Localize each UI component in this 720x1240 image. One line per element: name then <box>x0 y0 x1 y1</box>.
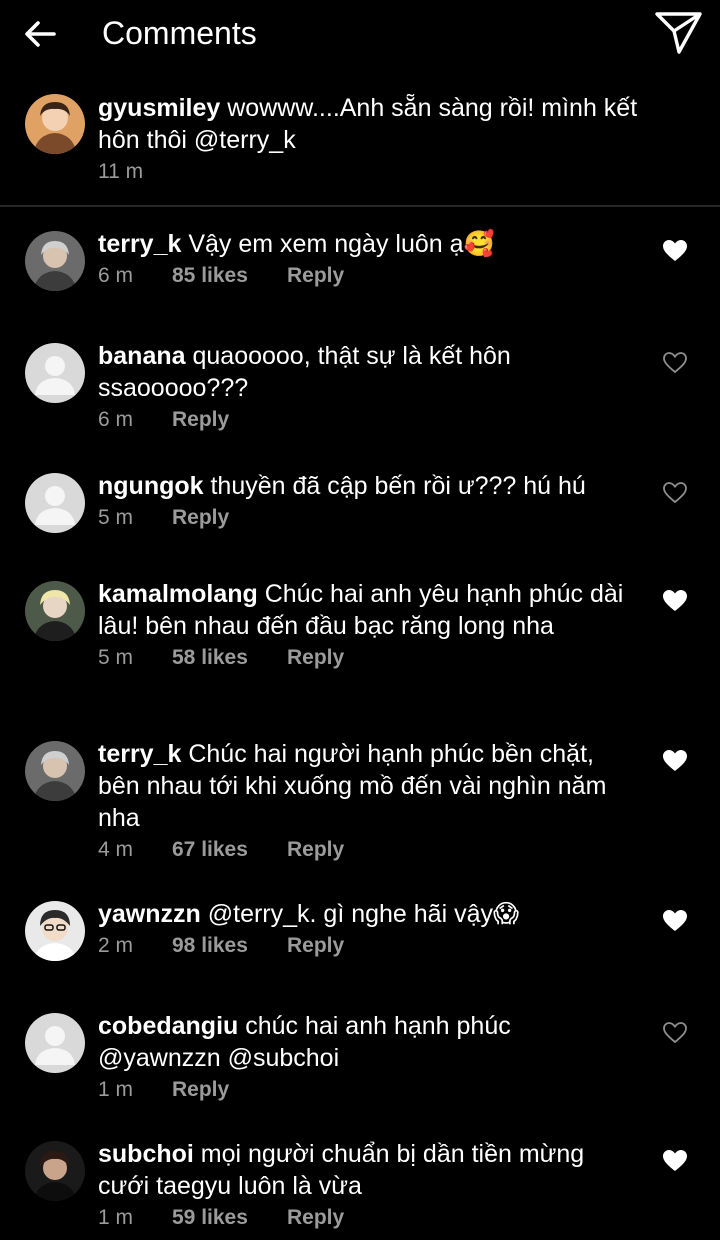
reply-button[interactable]: Reply <box>172 406 229 434</box>
comment-meta: 1 m 59 likes Reply <box>98 1204 638 1234</box>
likes-count[interactable]: 58 likes <box>172 644 248 672</box>
username[interactable]: kamalmolang <box>98 580 258 608</box>
heart-filled-icon[interactable] <box>662 909 688 933</box>
comment-text: subchoi mọi người chuẩn bị dần tiền mừng… <box>98 1138 638 1202</box>
heart-outline-icon[interactable] <box>662 481 688 505</box>
timestamp: 6 m <box>98 408 134 431</box>
reply-button[interactable]: Reply <box>287 262 344 290</box>
username[interactable]: banana <box>98 342 186 370</box>
comment-meta: 2 m 98 likes Reply <box>98 932 638 962</box>
reply-button[interactable]: Reply <box>287 644 344 672</box>
comment-text: yawnzzn @terry_k. gì nghe hãi vậy😱 <box>98 898 638 930</box>
heart-filled-icon[interactable] <box>662 749 688 773</box>
avatar[interactable] <box>25 473 85 533</box>
comment-meta: 5 m Reply <box>98 504 638 534</box>
avatar[interactable] <box>25 231 85 291</box>
heart-filled-icon[interactable] <box>662 1149 688 1173</box>
likes-count[interactable]: 59 likes <box>172 1204 248 1232</box>
timestamp: 1 m <box>98 1206 134 1229</box>
username[interactable]: cobedangiu <box>98 1012 238 1040</box>
username[interactable]: terry_k <box>98 740 181 768</box>
comment-text: cobedangiu chúc hai anh hạnh phúc @yawnz… <box>98 1010 578 1074</box>
comment-meta: 1 m Reply <box>98 1076 578 1106</box>
reply-button[interactable]: Reply <box>287 932 344 960</box>
comment-meta: 6 m 85 likes Reply <box>98 262 638 292</box>
top-bar: Comments <box>0 0 720 70</box>
divider <box>0 205 720 207</box>
paper-plane-icon[interactable] <box>652 10 704 56</box>
timestamp: 5 m <box>98 506 134 529</box>
timestamp: 11 m <box>98 160 144 183</box>
heart-outline-icon[interactable] <box>662 351 688 375</box>
username[interactable]: yawnzzn <box>98 900 201 928</box>
likes-count[interactable]: 98 likes <box>172 932 248 960</box>
comment-text: banana quaooooo, thật sự là kết hôn ssao… <box>98 340 598 404</box>
caption-text: gyusmiley wowww....Anh sẵn sàng rồi! mìn… <box>98 94 638 154</box>
reply-button[interactable]: Reply <box>172 1076 229 1104</box>
avatar[interactable] <box>25 1141 85 1201</box>
heart-filled-icon[interactable] <box>662 589 688 613</box>
reply-button[interactable]: Reply <box>287 1204 344 1232</box>
username[interactable]: ngungok <box>98 472 204 500</box>
timestamp: 1 m <box>98 1078 134 1101</box>
avatar[interactable] <box>25 94 85 154</box>
comment-body: @terry_k. gì nghe hãi vậy😱 <box>200 900 520 928</box>
timestamp: 2 m <box>98 934 134 957</box>
avatar[interactable] <box>25 1013 85 1073</box>
comment-text: terry_k Chúc hai người hạnh phúc bền chặ… <box>98 738 638 834</box>
page-title: Comments <box>102 15 257 51</box>
comment-body: thuyền đã cập bến rồi ư??? hú hú <box>203 472 586 500</box>
likes-count[interactable]: 67 likes <box>172 836 248 864</box>
timestamp: 6 m <box>98 264 134 287</box>
arrow-left-icon[interactable] <box>20 14 60 54</box>
reply-button[interactable]: Reply <box>287 836 344 864</box>
comment-meta: 11 m <box>98 158 678 188</box>
timestamp: 4 m <box>98 838 134 861</box>
comment-text: ngungok thuyền đã cập bến rồi ư??? hú hú <box>98 470 638 502</box>
comment-meta: 4 m 67 likes Reply <box>98 836 638 866</box>
avatar[interactable] <box>25 741 85 801</box>
username[interactable]: subchoi <box>98 1140 194 1168</box>
comment-body: Vậy em xem ngày luôn ạ🥰 <box>181 230 495 258</box>
username[interactable]: terry_k <box>98 230 181 258</box>
timestamp: 5 m <box>98 646 134 669</box>
avatar[interactable] <box>25 901 85 961</box>
comment-meta: 5 m 58 likes Reply <box>98 644 638 674</box>
comment-text: terry_k Vậy em xem ngày luôn ạ🥰 <box>98 228 638 260</box>
reply-button[interactable]: Reply <box>172 504 229 532</box>
comment-meta: 6 m Reply <box>98 406 598 436</box>
heart-filled-icon[interactable] <box>662 239 688 263</box>
likes-count[interactable]: 85 likes <box>172 262 248 290</box>
avatar[interactable] <box>25 581 85 641</box>
username[interactable]: gyusmiley <box>98 94 220 122</box>
comment-text: kamalmolang Chúc hai anh yêu hạnh phúc d… <box>98 578 638 642</box>
heart-outline-icon[interactable] <box>662 1021 688 1045</box>
avatar[interactable] <box>25 343 85 403</box>
